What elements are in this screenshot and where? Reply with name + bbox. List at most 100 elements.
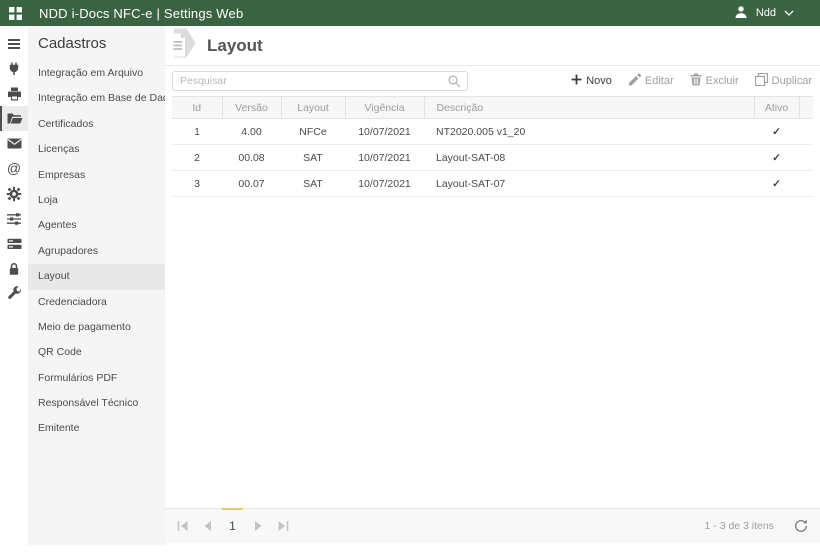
column-header-vigencia[interactable]: Vigência — [344, 96, 424, 119]
pager-bar: 1 1 - 3 de 3 itens — [165, 508, 820, 543]
sidebar-item-credenciadora[interactable]: Credenciadora — [28, 290, 165, 315]
app-launcher-icon[interactable] — [9, 6, 22, 20]
cell-spacer — [799, 118, 813, 145]
sidebar-item-licencas[interactable]: Licenças — [28, 137, 165, 162]
cell-ativo: ✓ — [754, 118, 799, 145]
table-header-row: Id Versão Layout Vigência Descrição Ativ… — [172, 96, 813, 119]
last-page-button[interactable] — [270, 514, 295, 538]
folder-open-icon[interactable] — [0, 106, 28, 131]
sliders-icon[interactable] — [0, 206, 28, 231]
cell-layout: SAT — [281, 170, 345, 197]
cell-versao: 4.00 — [222, 118, 281, 145]
sidebar-item-formularios-pdf[interactable]: Formulários PDF — [28, 366, 165, 391]
data-grid: Id Versão Layout Vigência Descrição Ativ… — [165, 96, 820, 508]
sidebar-item-responsavel-tecnico[interactable]: Responsável Técnico — [28, 391, 165, 416]
next-page-button[interactable] — [245, 514, 270, 538]
layout-table: Id Versão Layout Vigência Descrição Ativ… — [172, 96, 813, 197]
search-icon[interactable] — [447, 74, 461, 88]
page-document-icon — [168, 27, 198, 64]
sidebar-item-integracao-base-dados[interactable]: Integração em Base de Dados — [28, 86, 165, 111]
cell-vigencia: 10/07/2021 — [345, 118, 424, 145]
cell-vigencia: 10/07/2021 — [345, 144, 424, 171]
bottom-strip — [165, 543, 820, 552]
cell-spacer — [799, 144, 813, 171]
new-button-label: Novo — [586, 75, 612, 87]
check-icon: ✓ — [772, 177, 781, 190]
sidebar-item-agrupadores[interactable]: Agrupadores — [28, 239, 165, 264]
plug-icon[interactable] — [0, 56, 28, 81]
previous-page-button[interactable] — [195, 514, 220, 538]
edit-button-label: Editar — [644, 75, 674, 87]
column-header-ativo[interactable]: Ativo — [753, 96, 799, 119]
page-title: Layout — [207, 35, 263, 55]
cell-id: 2 — [172, 144, 222, 171]
table-row[interactable]: 2 00.08 SAT 10/07/2021 Layout-SAT-08 ✓ — [172, 144, 813, 171]
cell-id: 1 — [172, 118, 222, 145]
toolbar: Novo Editar — [165, 66, 820, 96]
cell-descricao: Layout-SAT-08 — [424, 144, 754, 171]
column-header-spacer — [798, 96, 813, 119]
edit-button[interactable]: Editar — [628, 73, 674, 89]
sidebar-item-emitente[interactable]: Emitente — [28, 416, 165, 441]
delete-button[interactable]: Excluir — [690, 73, 739, 89]
column-header-descricao[interactable]: Descrição — [423, 96, 754, 119]
delete-button-label: Excluir — [705, 75, 739, 87]
column-header-versao[interactable]: Versão — [221, 96, 281, 119]
gear-icon[interactable] — [0, 181, 28, 206]
sidebar-item-agentes[interactable]: Agentes — [28, 213, 165, 238]
printer-icon[interactable] — [0, 81, 28, 106]
sidebar-item-qr-code[interactable]: QR Code — [28, 340, 165, 365]
main-content: Layout Novo — [165, 26, 820, 552]
menu-icon[interactable] — [0, 31, 28, 56]
cell-ativo: ✓ — [754, 144, 799, 171]
wrench-icon[interactable] — [0, 281, 28, 306]
at-icon[interactable]: @ — [0, 156, 28, 181]
toolbar-buttons: Novo Editar Excluir Duplicar — [571, 72, 812, 89]
page-header: Layout — [165, 26, 820, 66]
refresh-icon[interactable] — [794, 519, 808, 533]
cell-layout: SAT — [281, 144, 345, 171]
cell-versao: 00.08 — [222, 144, 281, 171]
check-icon: ✓ — [772, 125, 781, 138]
user-menu[interactable]: Ndd — [734, 5, 794, 22]
pager-right: 1 - 3 de 3 itens — [705, 519, 820, 533]
mail-icon[interactable] — [0, 131, 28, 156]
new-button[interactable]: Novo — [571, 74, 612, 88]
table-row[interactable]: 3 00.07 SAT 10/07/2021 Layout-SAT-07 ✓ — [172, 170, 813, 197]
pager-info: 1 - 3 de 3 itens — [704, 520, 774, 532]
cell-ativo: ✓ — [754, 170, 799, 197]
lock-icon[interactable] — [0, 256, 28, 281]
cell-descricao: NT2020.005 v1_20 — [424, 118, 754, 145]
table-row[interactable]: 1 4.00 NFCe 10/07/2021 NT2020.005 v1_20 … — [172, 118, 813, 145]
sidebar-item-loja[interactable]: Loja — [28, 188, 165, 213]
sidebar: Cadastros Integração em Arquivo Integraç… — [28, 26, 165, 545]
page-number-button[interactable]: 1 — [220, 514, 245, 538]
sidebar-item-certificados[interactable]: Certificados — [28, 112, 165, 137]
icon-rail: @ — [0, 26, 28, 552]
user-icon — [734, 5, 748, 22]
search-input[interactable] — [173, 75, 447, 87]
trash-icon — [690, 73, 702, 89]
cell-descricao: Layout-SAT-07 — [424, 170, 754, 197]
column-header-layout[interactable]: Layout — [280, 96, 345, 119]
topbar: NDD i-Docs NFC-e | Settings Web Ndd — [0, 0, 820, 26]
cell-vigencia: 10/07/2021 — [345, 170, 424, 197]
sidebar-item-layout[interactable]: Layout — [28, 264, 165, 290]
sidebar-item-empresas[interactable]: Empresas — [28, 163, 165, 188]
app-title: NDD i-Docs NFC-e | Settings Web — [39, 5, 244, 21]
first-page-button[interactable] — [170, 514, 195, 538]
cell-versao: 00.07 — [222, 170, 281, 197]
cell-id: 3 — [172, 170, 222, 197]
check-icon: ✓ — [772, 151, 781, 164]
server-icon[interactable] — [0, 231, 28, 256]
user-name: Ndd — [755, 7, 776, 19]
duplicate-button[interactable]: Duplicar — [754, 72, 812, 89]
search-box — [172, 71, 468, 91]
sidebar-title: Cadastros — [38, 35, 107, 52]
copy-icon — [754, 72, 768, 89]
sidebar-item-meio-pagamento[interactable]: Meio de pagamento — [28, 315, 165, 340]
cell-spacer — [799, 170, 813, 197]
sidebar-item-integracao-arquivo[interactable]: Integração em Arquivo — [28, 61, 165, 86]
column-header-id[interactable]: Id — [172, 96, 222, 119]
svg-text:@: @ — [7, 161, 21, 176]
